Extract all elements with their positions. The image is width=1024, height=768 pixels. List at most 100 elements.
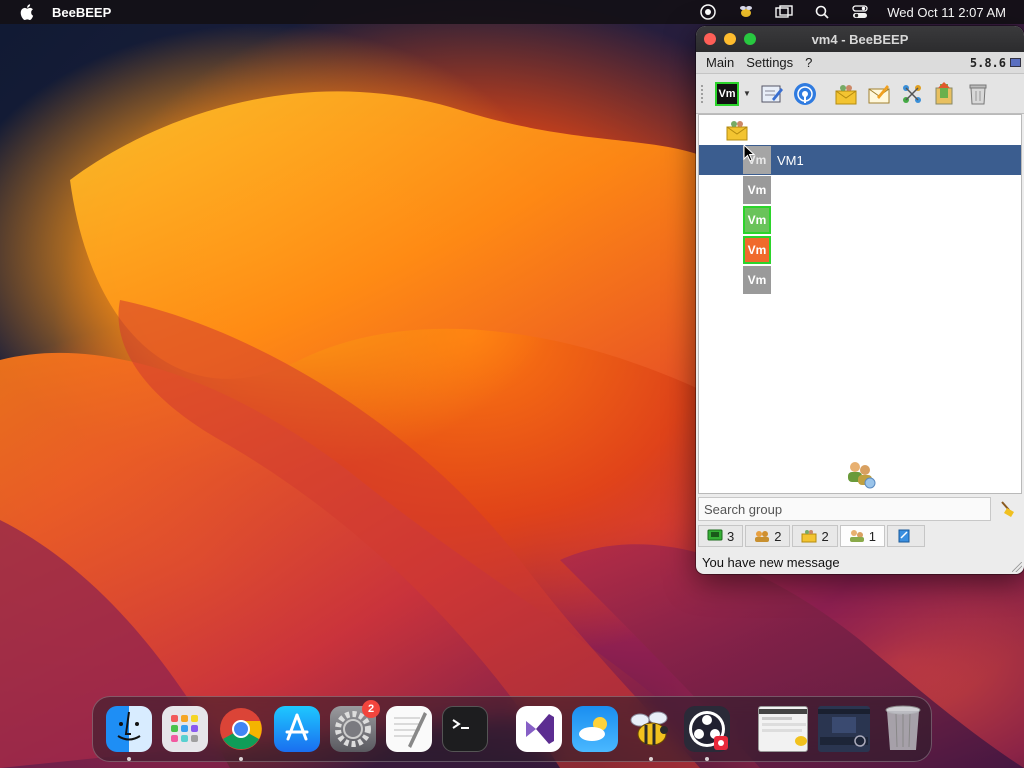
search-group-field[interactable]	[698, 497, 991, 521]
dock-system-settings[interactable]: 2	[330, 700, 380, 752]
chat-icon	[707, 529, 723, 541]
window-thumbnail-icon	[818, 709, 870, 747]
search-input[interactable]	[704, 501, 990, 517]
window-mirror-icon[interactable]	[774, 4, 794, 20]
users-icon	[755, 531, 770, 542]
mouse-cursor-icon	[743, 144, 756, 162]
clear-button[interactable]	[965, 81, 991, 107]
apple-icon[interactable]	[16, 4, 38, 20]
app-menu: Main Settings ? 5.8.6	[696, 52, 1024, 74]
tab-groups-count: 2	[821, 528, 829, 544]
network-button[interactable]	[899, 81, 925, 107]
title-bar[interactable]: vm4 - BeeBEEP	[696, 26, 1024, 52]
user-row[interactable]: Vm	[699, 265, 1021, 295]
minimize-window-button[interactable]	[724, 33, 736, 45]
dock: 2	[92, 696, 932, 762]
edit-profile-icon	[761, 85, 783, 102]
beebeep-window: vm4 - BeeBEEP Main Settings ? 5.8.6 Vm ▼	[696, 26, 1024, 574]
group-chat-icon	[726, 121, 748, 141]
chevron-down-icon[interactable]: ▼	[743, 89, 751, 98]
tab-users-count: 2	[774, 528, 782, 544]
file-icon	[898, 529, 910, 543]
tab-users[interactable]: 2	[745, 525, 791, 547]
avatar: Vm	[743, 206, 771, 234]
tab-chats[interactable]: 3	[698, 525, 744, 547]
share-files-button[interactable]	[932, 81, 958, 107]
tab-people-count: 1	[868, 528, 876, 544]
menu-main[interactable]: Main	[706, 55, 734, 70]
resize-grip[interactable]	[1012, 562, 1022, 572]
textedit-icon	[394, 712, 427, 748]
terminal-icon	[452, 719, 469, 729]
dock-minimized-window-2[interactable]	[818, 706, 870, 752]
people-icon	[848, 462, 876, 489]
status-badge: Vm	[715, 81, 739, 106]
user-list[interactable]: Vm VM1 Vm Vm Vm Vm	[698, 114, 1022, 494]
language-flag-icon	[1010, 58, 1021, 67]
user-row[interactable]: Vm	[699, 235, 1021, 265]
app-store-icon	[285, 713, 309, 741]
beebeep-tray-icon[interactable]	[736, 4, 756, 20]
close-window-button[interactable]	[704, 33, 716, 45]
avatar: Vm	[743, 266, 771, 294]
avatar: Vm	[743, 236, 771, 264]
obs-icon	[689, 711, 728, 750]
compose-icon	[868, 84, 890, 103]
dock-chrome[interactable]	[218, 706, 264, 761]
broadcast-icon	[793, 82, 816, 105]
dock-beebeep[interactable]	[628, 706, 674, 761]
tab-groups[interactable]: 2	[792, 525, 838, 547]
control-center-icon[interactable]	[850, 4, 870, 20]
app-name[interactable]: BeeBEEP	[52, 5, 111, 20]
tab-chats-count: 3	[727, 528, 735, 544]
trash-icon	[969, 84, 987, 104]
menu-bar: BeeBEEP Wed Oct 11 2:07 AM	[0, 0, 1024, 24]
users-icon-footer	[699, 457, 1021, 489]
spotlight-icon[interactable]	[812, 4, 832, 20]
dock-obs[interactable]	[684, 706, 730, 761]
screen-share-icon[interactable]	[698, 4, 718, 20]
compose-message-button[interactable]	[866, 81, 892, 107]
people-icon	[849, 530, 864, 542]
dock-weather[interactable]	[572, 706, 618, 752]
trash-icon	[885, 705, 921, 750]
weather-icon	[579, 717, 607, 741]
menubar-clock[interactable]: Wed Oct 11 2:07 AM	[887, 5, 1006, 20]
dock-launchpad[interactable]	[162, 706, 208, 752]
tab-people[interactable]: 1	[839, 525, 885, 547]
dock-trash[interactable]	[880, 705, 926, 752]
dock-visual-studio[interactable]	[516, 706, 562, 752]
groups-icon	[801, 530, 817, 543]
menu-help[interactable]: ?	[805, 55, 812, 70]
dock-app-store[interactable]	[274, 706, 320, 752]
clear-search-icon[interactable]	[998, 500, 1016, 518]
status-selector-button[interactable]: Vm	[714, 81, 740, 107]
tab-files[interactable]	[886, 525, 925, 547]
dock-terminal[interactable]	[442, 706, 488, 752]
launchpad-icon	[171, 715, 198, 742]
edit-profile-button[interactable]	[759, 81, 785, 107]
chrome-icon	[220, 708, 262, 750]
network-icon	[902, 84, 921, 103]
version-label: 5.8.6	[969, 55, 1006, 70]
bee-icon	[630, 711, 668, 746]
finder-icon	[117, 711, 141, 741]
broadcast-button[interactable]	[792, 81, 818, 107]
group-chat-icon	[835, 84, 857, 104]
menu-settings[interactable]: Settings	[746, 55, 793, 70]
toolbar-grip[interactable]	[700, 83, 704, 104]
zoom-window-button[interactable]	[744, 33, 756, 45]
dock-finder[interactable]	[106, 706, 152, 761]
user-row[interactable]: Vm	[699, 175, 1021, 205]
user-name: VM1	[777, 152, 804, 168]
group-header[interactable]	[699, 115, 1021, 145]
group-chat-button[interactable]	[833, 81, 859, 107]
panel-tabs: 3 2 2 1	[698, 525, 925, 547]
user-row[interactable]: Vm	[699, 205, 1021, 235]
dock-textedit[interactable]	[386, 706, 432, 752]
share-icon	[935, 81, 953, 104]
status-message: You have new message	[702, 555, 840, 570]
avatar: Vm	[743, 176, 771, 204]
visual-studio-icon	[526, 714, 554, 744]
dock-minimized-window-1[interactable]	[758, 706, 808, 752]
